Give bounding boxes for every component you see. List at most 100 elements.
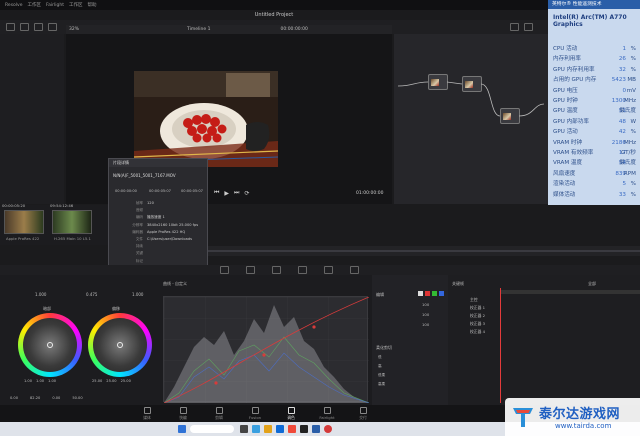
metric-unit: 摄氏度 — [619, 160, 636, 167]
metric-label: 渲染活动 — [553, 181, 576, 188]
settings-icon[interactable] — [524, 23, 533, 31]
wheel-param[interactable]: 1.000 — [35, 292, 46, 297]
wheel-value[interactable]: 25.00 — [92, 379, 102, 383]
metric-unit: % — [630, 66, 636, 73]
page-tab[interactable]: 快编 — [171, 407, 195, 421]
page-tab-icon — [287, 407, 295, 414]
metric-value: 33 — [618, 191, 626, 198]
playhead[interactable] — [500, 288, 501, 403]
page-tab[interactable]: 媒体 — [135, 407, 159, 421]
metric-label: GPU 电压 — [553, 87, 578, 94]
wheel-value[interactable]: 1.00 — [48, 379, 56, 383]
menu-item[interactable]: Resolve — [5, 3, 22, 8]
curve-editor[interactable] — [163, 296, 370, 404]
param-value[interactable]: 82.20 — [30, 396, 40, 400]
red-swatch[interactable] — [425, 291, 430, 296]
taskview-icon[interactable] — [240, 425, 248, 433]
color-warper-icon[interactable] — [220, 266, 229, 274]
channel-value[interactable]: 100 — [422, 322, 429, 327]
explorer-icon[interactable] — [264, 425, 272, 433]
page-tab[interactable]: Fairlight — [315, 407, 339, 420]
curve-graph — [163, 296, 370, 404]
param-value[interactable]: 0.00 — [10, 396, 18, 400]
gallery-icon[interactable] — [20, 23, 29, 31]
prev-icon[interactable]: ⏮ — [214, 189, 219, 197]
luts-icon[interactable] — [34, 23, 43, 31]
keyframe-track[interactable]: 校正器 2 — [470, 313, 485, 319]
gpu-metric-row: 渲染活动 5% — [553, 179, 636, 189]
store-icon[interactable] — [276, 425, 284, 433]
param-value[interactable]: 0.00 — [52, 396, 60, 400]
wheel-value[interactable]: 25.00 — [121, 379, 131, 383]
gpu-metric-row: GPU 温度 51 摄氏度 — [553, 106, 636, 116]
channel-value[interactable]: 100 — [422, 302, 429, 307]
search-box[interactable] — [190, 425, 234, 433]
dialog-tc-duration: 00:00:05:07 — [181, 189, 203, 193]
curves-title: 曲线 - 自定义 — [163, 281, 187, 286]
gpu-metric-row: GPU 时钟 1300 MHz — [553, 96, 636, 106]
page-tab[interactable]: 交付 — [351, 407, 375, 421]
key-icon[interactable] — [350, 266, 359, 274]
window-icon[interactable] — [272, 266, 281, 274]
clip-strip: 00:00:05:20 09:54:12:46 Apple ProRes 422… — [0, 203, 125, 245]
gpu-metric-row: 占用的 GPU 内存 5423 MB — [553, 75, 636, 85]
page-tab-label: 媒体 — [143, 415, 151, 420]
green-swatch[interactable] — [432, 291, 437, 296]
app-icon[interactable] — [324, 425, 332, 433]
wheel-value[interactable]: 25.00 — [106, 379, 116, 383]
menu-item[interactable]: 工作区 — [69, 2, 83, 8]
edge-icon[interactable] — [252, 425, 260, 433]
soft-clip-row: 高柔 — [378, 382, 386, 386]
wheel-value[interactable]: 1.00 — [24, 379, 32, 383]
metric-value: 1 — [622, 46, 626, 52]
clip-thumbnail[interactable] — [4, 210, 44, 234]
timeline-selector[interactable]: Timeline 1 — [187, 27, 210, 32]
wheel-param[interactable]: 1.000 — [132, 292, 143, 297]
menu-item[interactable]: 工作区 — [27, 2, 41, 8]
keyframe-ruler — [500, 290, 640, 294]
media-pool-icon[interactable] — [6, 23, 15, 31]
blur-icon[interactable] — [324, 266, 333, 274]
loop-icon[interactable]: ⟳ — [244, 190, 249, 197]
wheel-value[interactable]: 1.00 — [36, 379, 44, 383]
channel-value[interactable]: 100 — [422, 312, 429, 317]
soft-clip-row: 低柔 — [378, 373, 386, 377]
metric-unit: % — [630, 56, 636, 63]
resolve-icon[interactable] — [300, 425, 308, 433]
clip-thumbnail[interactable] — [52, 210, 92, 234]
lightbox-icon[interactable] — [510, 23, 519, 31]
keyframe-track[interactable]: 校正器 3 — [470, 321, 485, 327]
luma-swatch[interactable] — [418, 291, 423, 296]
clip-codec: Apple ProRes 422 — [6, 236, 40, 241]
param-value[interactable]: 50.00 — [72, 396, 82, 400]
wheel-title: 偏移 — [112, 306, 120, 311]
dialog-filename: N/N(A)F_5001_5001_7167.MOV — [113, 173, 176, 178]
menu-item[interactable]: Fairlight — [46, 3, 64, 8]
zoom-level[interactable]: 32% — [69, 27, 79, 32]
gain-wheel[interactable] — [18, 313, 82, 377]
page-tab[interactable]: Fusion — [243, 407, 267, 420]
keyframes-filter[interactable]: 全部 — [588, 281, 596, 287]
tracker-icon[interactable] — [298, 266, 307, 274]
color-wheels-panel: 1.000 0.475 1.000 暗部 偏移 1.00 1.00 1.00 2… — [0, 275, 158, 405]
info-label: 文件 — [135, 237, 143, 241]
wheel-param[interactable]: 0.475 — [86, 292, 97, 297]
info-value: C:\Users\user\Downloads — [147, 237, 192, 241]
menu-item[interactable]: 帮助 — [88, 2, 97, 8]
telemetry-icon[interactable] — [312, 425, 320, 433]
qualifier-icon[interactable] — [246, 266, 255, 274]
keyframes-title: 关键帧 — [452, 281, 464, 286]
info-label: 持续 — [135, 244, 143, 249]
play-icon[interactable]: ▶ — [224, 190, 229, 197]
blue-swatch[interactable] — [439, 291, 444, 296]
keyframe-track[interactable]: 校正器 1 — [470, 305, 485, 311]
clips-icon[interactable] — [48, 23, 57, 31]
app-icon[interactable] — [288, 425, 296, 433]
page-tab[interactable]: 剪辑 — [207, 407, 231, 421]
start-icon[interactable] — [178, 425, 186, 433]
keyframe-track[interactable]: 主控 — [470, 297, 478, 303]
keyframe-track[interactable]: 校正器 4 — [470, 329, 485, 335]
offset-wheel[interactable] — [88, 313, 152, 377]
next-icon[interactable]: ⏭ — [234, 189, 239, 197]
page-tab[interactable]: 调色 — [279, 407, 303, 421]
